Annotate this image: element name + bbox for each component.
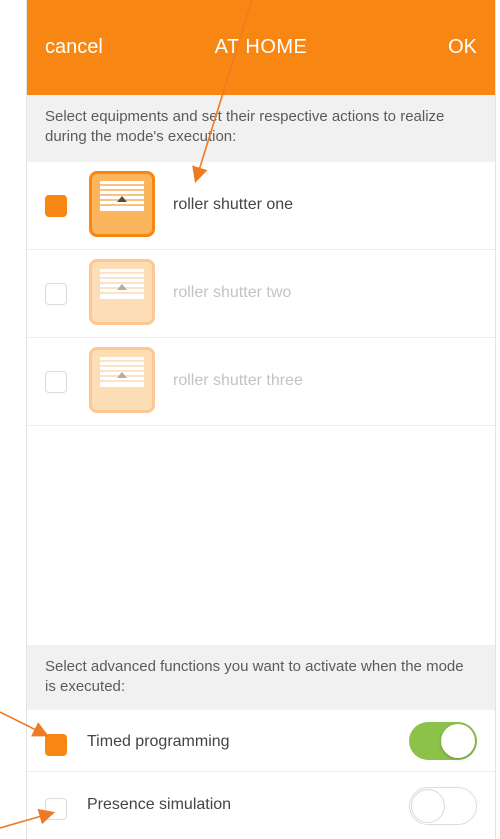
roller-shutter-icon [89, 259, 155, 325]
roller-shutter-icon [89, 347, 155, 413]
toggle-timed-programming[interactable] [409, 722, 477, 760]
equipment-label: roller shutter one [173, 196, 294, 213]
equipment-label: roller shutter three [173, 372, 303, 389]
list-item-roller-shutter-one[interactable]: roller shutter one [27, 162, 495, 250]
list-item-roller-shutter-three[interactable]: roller shutter three [27, 338, 495, 426]
equipment-label: roller shutter two [173, 284, 292, 301]
ok-button[interactable]: OK [448, 36, 477, 59]
checkbox-presence-simulation[interactable] [45, 798, 67, 820]
checkbox-roller-shutter-two[interactable] [45, 283, 67, 305]
roller-shutter-icon [89, 171, 155, 237]
toggle-presence-simulation[interactable] [409, 787, 477, 825]
toggle-knob [441, 724, 475, 758]
toggle-knob [411, 789, 445, 823]
checkbox-roller-shutter-one[interactable] [45, 195, 67, 217]
checkbox-roller-shutter-three[interactable] [45, 371, 67, 393]
phone-screen: cancel AT HOME OK Select equipments and … [27, 0, 495, 839]
advanced-instructions: Select advanced functions you want to ac… [27, 645, 495, 710]
advanced-label: Presence simulation [87, 796, 232, 813]
list-item-presence-simulation[interactable]: Presence simulation [27, 772, 495, 839]
page-title: AT HOME [214, 36, 308, 58]
header-bar: cancel AT HOME OK [27, 0, 495, 95]
list-item-timed-programming[interactable]: Timed programming [27, 710, 495, 772]
checkbox-timed-programming[interactable] [45, 734, 67, 756]
equipment-instructions: Select equipments and set their respecti… [27, 95, 495, 162]
advanced-label: Timed programming [87, 733, 230, 750]
list-item-roller-shutter-two[interactable]: roller shutter two [27, 250, 495, 338]
